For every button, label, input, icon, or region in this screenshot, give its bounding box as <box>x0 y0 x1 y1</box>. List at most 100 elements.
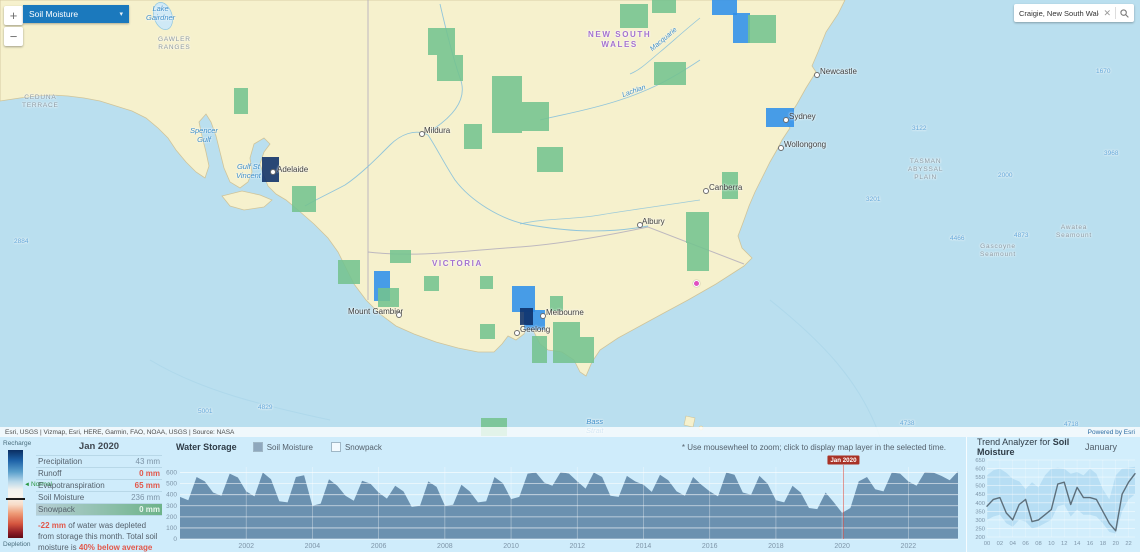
map-label-river: Macquarie <box>649 27 680 55</box>
x-tick-label: 2018 <box>768 543 784 550</box>
water-storage-title: Water Storage <box>176 442 237 452</box>
city-label: Melbourne <box>546 308 584 318</box>
water-balance-app: NEW SOUTH WALESVICTORIALake GairdnerGAWL… <box>0 0 1140 552</box>
map-label-physio: Awatea Seamount <box>1056 224 1092 240</box>
depth-label: 1670 <box>1096 68 1110 76</box>
x-tick-label: 00 <box>984 541 990 547</box>
divider <box>1115 7 1116 19</box>
city-label: Adelaide <box>277 165 308 175</box>
map-label-water: Gulf St Vincent <box>236 162 261 181</box>
x-tick-label: 2002 <box>238 543 254 550</box>
powered-by-esri[interactable]: Powered by Esri <box>1088 429 1135 436</box>
map-labels-layer: NEW SOUTH WALESVICTORIALake GairdnerGAWL… <box>0 0 1140 437</box>
x-tick-label: 08 <box>1035 541 1041 547</box>
clear-search-icon[interactable]: ✕ <box>1101 8 1113 19</box>
x-tick-label: 2022 <box>901 543 917 550</box>
city-label: Mount Gambier <box>348 307 403 317</box>
map-label-state: VICTORIA <box>432 259 483 269</box>
city-label: Canberra <box>709 183 742 193</box>
map-canvas[interactable]: NEW SOUTH WALESVICTORIALake GairdnerGAWL… <box>0 0 1140 437</box>
x-tick-label: 2016 <box>702 543 718 550</box>
zoom-in-button[interactable]: + <box>4 6 23 25</box>
selected-month-title: Jan 2020 <box>36 439 162 455</box>
chart-usage-note: * Use mousewheel to zoom; click to displ… <box>682 443 946 452</box>
depth-label: 4873 <box>1014 232 1028 240</box>
layer-dropdown[interactable]: Soil Moisture ▾ <box>23 5 129 23</box>
map-label-water: Spencer Gulf <box>190 126 218 145</box>
x-tick-label: 12 <box>1061 541 1067 547</box>
y-tick-label: 350 <box>975 509 985 515</box>
soil-moisture-swatch <box>253 442 263 452</box>
current-anomaly-marker <box>6 498 25 500</box>
stat-row-snowpack: Snowpack0 mm <box>36 503 162 516</box>
city-label: Geelong <box>520 325 550 335</box>
x-tick-label: 22 <box>1125 541 1131 547</box>
zoom-out-button[interactable]: − <box>4 27 23 46</box>
water-balance-panel: Recharge ◄Normal Depletion Jan 2020 Prec… <box>0 437 1140 552</box>
water-storage-chart-section: Water Storage Soil Moisture Snowpack * U… <box>166 437 966 552</box>
y-tick-label: 650 <box>975 458 985 464</box>
y-tick-label: 250 <box>975 526 985 532</box>
selected-time-tag-label: Jan 2020 <box>830 457 857 464</box>
trend-analyzer-header: Trend Analyzer for Soil Moisture January <box>967 437 1140 455</box>
monthly-stats-panel: Jan 2020 Precipitation43 mmRunoff0 mmEva… <box>34 437 166 552</box>
map-label-physio: Gascoyne Seamount <box>980 243 1016 259</box>
city-dot <box>703 188 709 194</box>
city-label: Albury <box>642 217 665 227</box>
search-icon[interactable] <box>1118 9 1131 18</box>
left-arrow-icon: ◄ <box>24 482 30 488</box>
y-tick-label: 300 <box>975 518 985 524</box>
layer-dropdown-label: Soil Moisture <box>29 9 78 19</box>
y-tick-label: 450 <box>975 492 985 498</box>
depth-label: 3122 <box>912 125 926 133</box>
city-dot <box>514 330 520 336</box>
trend-month-selector[interactable]: January <box>1085 442 1121 452</box>
map-label-water: Lake Gairdner <box>146 4 175 23</box>
stat-row-soil-moisture: Soil Moisture236 mm <box>36 491 162 503</box>
y-tick-label: 600 <box>975 467 985 473</box>
x-tick-label: 10 <box>1048 541 1054 547</box>
trend-analyzer-title: Trend Analyzer for Soil Moisture <box>977 437 1085 457</box>
x-tick-label: 2010 <box>503 543 519 550</box>
trend-analyzer-section: Trend Analyzer for Soil Moisture January… <box>966 437 1140 552</box>
soil-moisture-area-series <box>180 471 958 539</box>
ramp-recharge-label: Recharge <box>3 440 31 447</box>
stats-table: Precipitation43 mmRunoff0 mmEvapotranspi… <box>36 455 162 516</box>
city-dot <box>778 145 784 151</box>
x-tick-label: 2006 <box>371 543 387 550</box>
depth-label: 3201 <box>866 196 880 204</box>
water-storage-timeseries-chart[interactable]: 0100200300400500600200220042006200820102… <box>166 455 966 552</box>
city-label: Wollongong <box>784 140 826 150</box>
summary-text: -22 mm of water was depleted from storag… <box>36 521 162 552</box>
city-label: Newcastle <box>820 67 857 77</box>
city-dot <box>783 117 789 123</box>
x-tick-label: 02 <box>997 541 1003 547</box>
legend-soil-moisture[interactable]: Soil Moisture <box>253 442 313 452</box>
city-dot <box>637 222 643 228</box>
anomaly-percent: 40% below average <box>79 543 152 552</box>
map-label-physio: TASMAN ABYSSAL PLAIN <box>908 158 943 182</box>
search-result-marker[interactable] <box>693 280 700 287</box>
y-tick-label: 0 <box>173 536 177 543</box>
attribution-text: Esri, USGS | Vizmap, Esri, HERE, Garmin,… <box>5 429 234 436</box>
depth-label: 4466 <box>950 235 964 243</box>
city-dot <box>540 313 546 319</box>
map-label-state: NEW SOUTH WALES <box>588 30 651 50</box>
search-box[interactable]: ✕ <box>1014 4 1134 22</box>
city-label: Mildura <box>424 126 450 136</box>
snowpack-swatch <box>331 442 341 452</box>
depth-label: 4829 <box>258 404 272 412</box>
chevron-down-icon: ▾ <box>119 10 123 18</box>
x-tick-label: 18 <box>1100 541 1106 547</box>
depth-label: 3968 <box>1104 150 1118 158</box>
trend-analyzer-chart[interactable]: 2002503003504004505005506006500002040608… <box>967 455 1140 552</box>
x-tick-label: 2020 <box>834 543 850 550</box>
legend-snowpack[interactable]: Snowpack <box>331 442 382 452</box>
city-dot <box>396 312 402 318</box>
x-tick-label: 16 <box>1087 541 1093 547</box>
search-input[interactable] <box>1017 8 1101 19</box>
x-tick-label: 2008 <box>437 543 453 550</box>
x-tick-label: 2004 <box>305 543 321 550</box>
city-dot <box>814 72 820 78</box>
x-tick-label: 20 <box>1112 541 1118 547</box>
